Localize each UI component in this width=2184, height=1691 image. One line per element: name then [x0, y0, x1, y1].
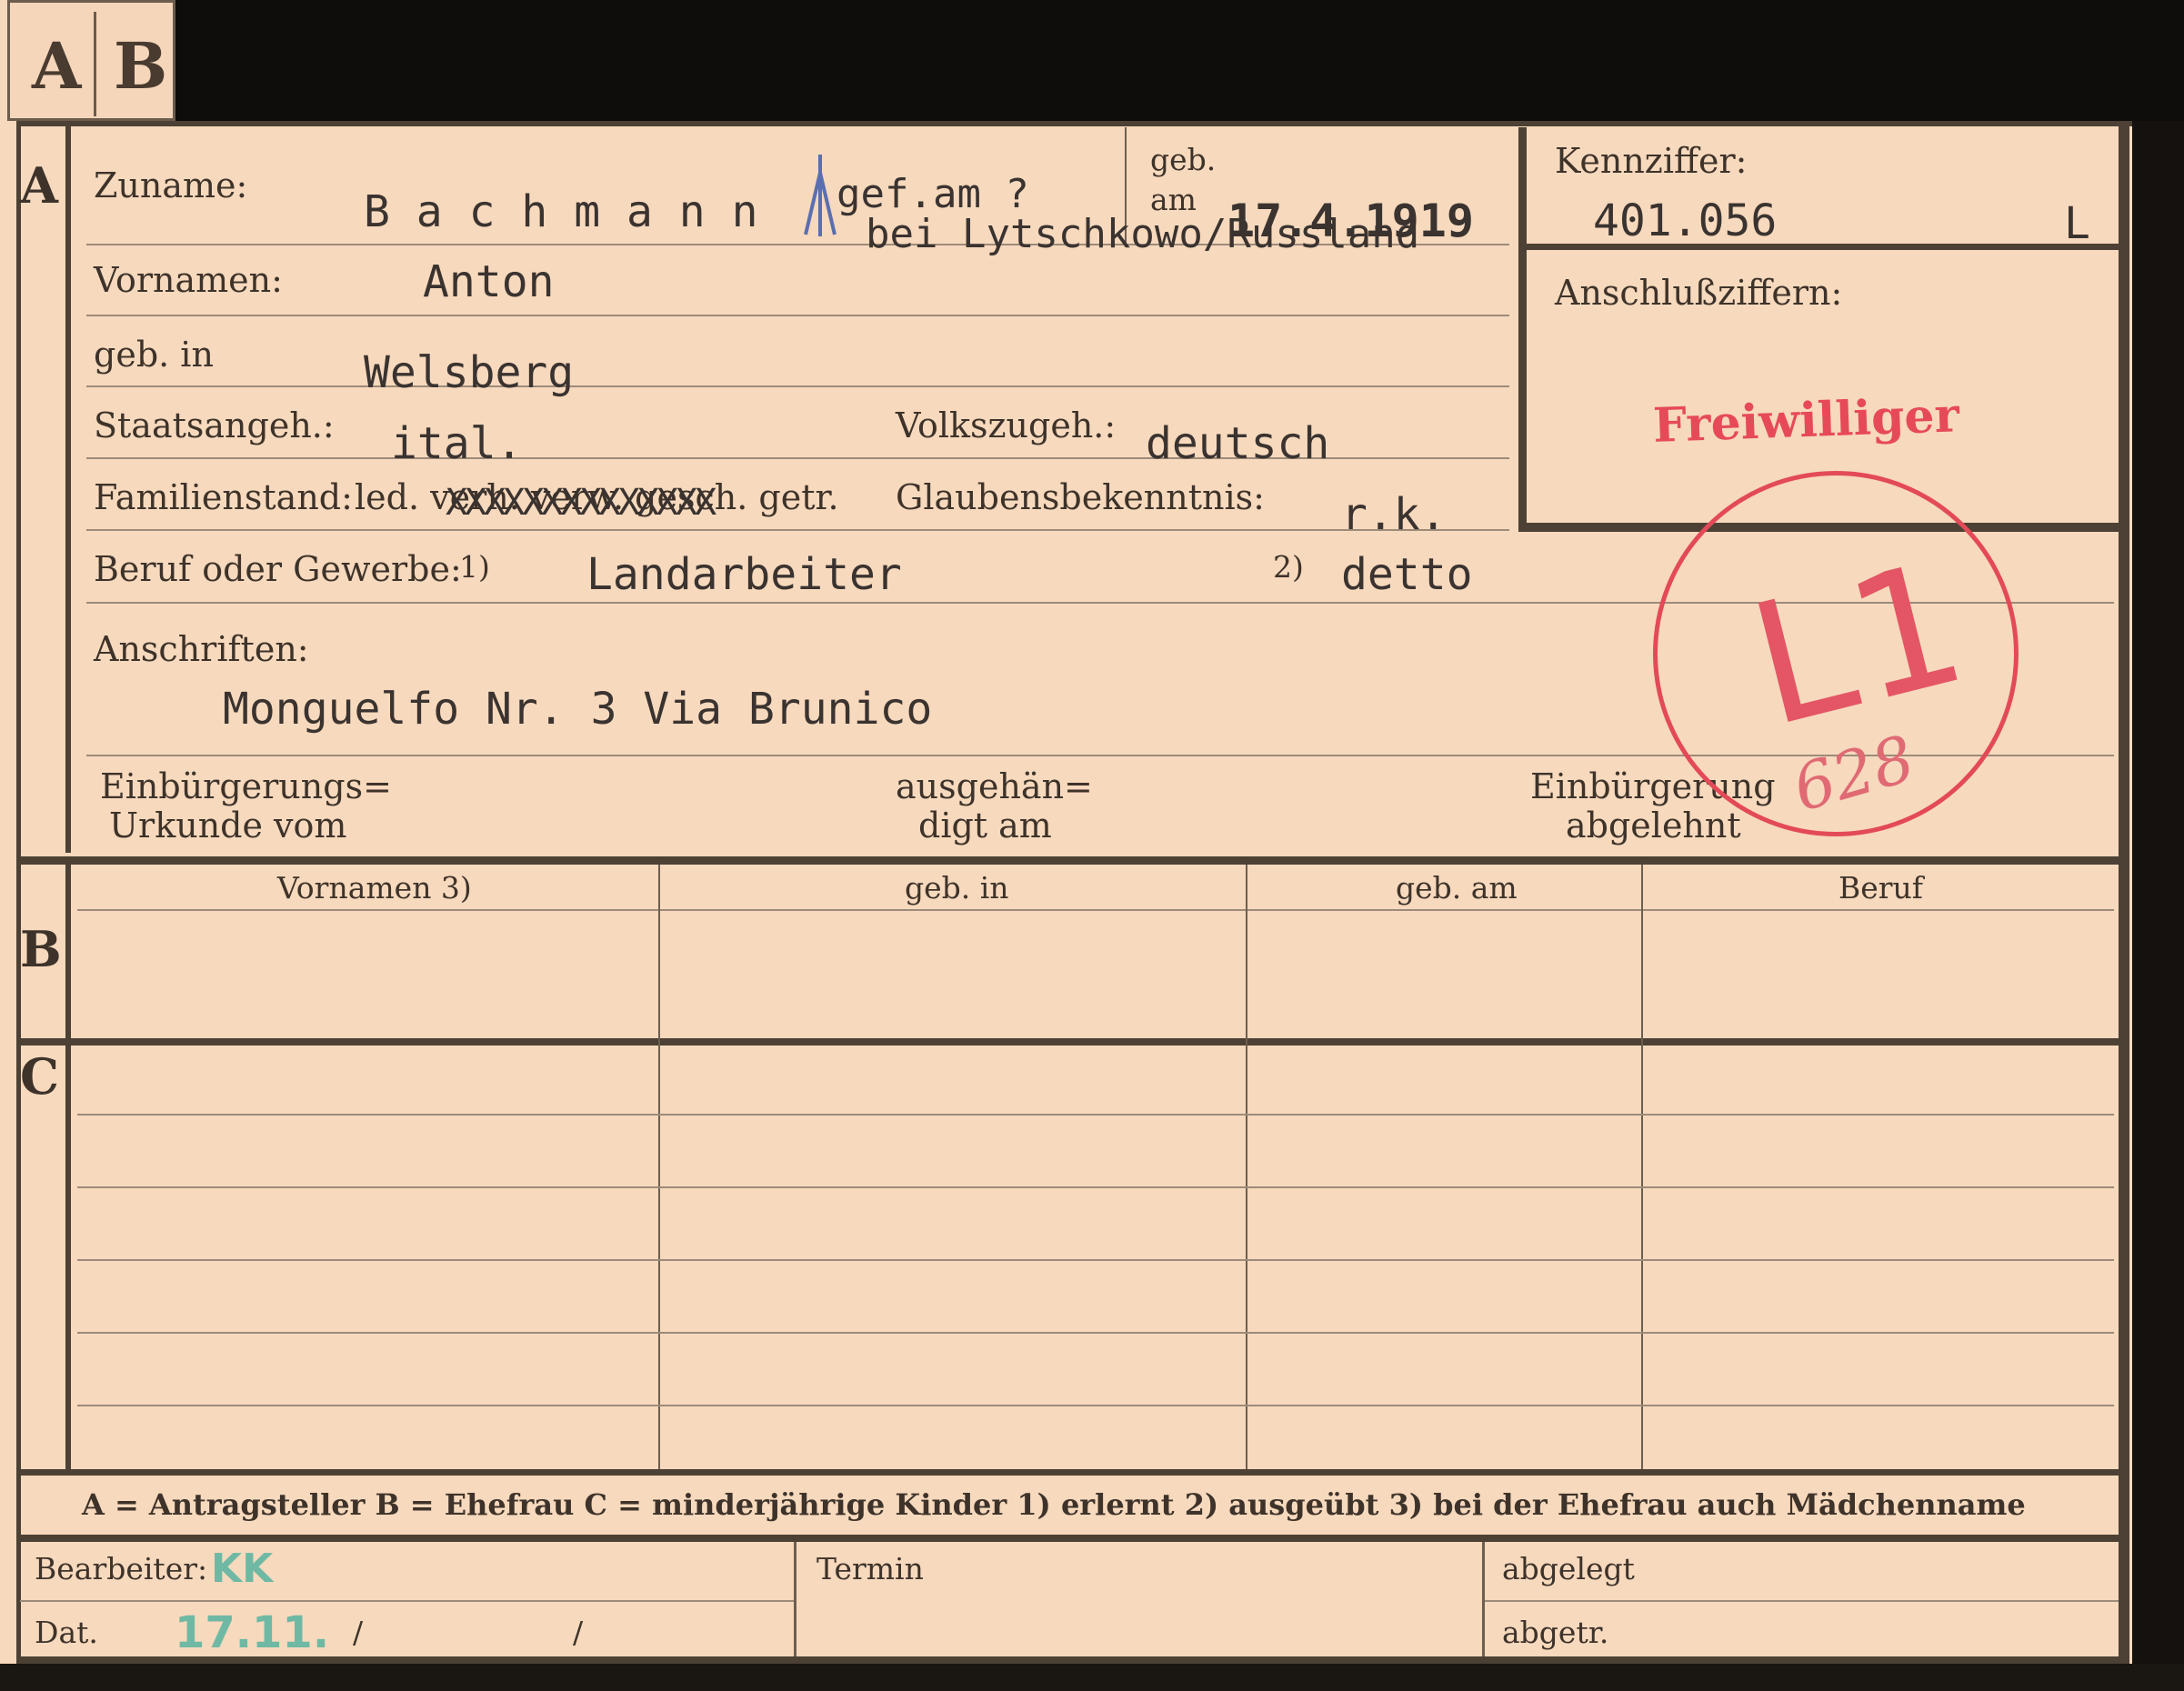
einbuergerung-label-l2: Urkunde vom	[109, 805, 347, 846]
rule-familienstand	[86, 529, 1509, 531]
frame-right	[2119, 121, 2129, 1664]
dat-label: Dat.	[35, 1615, 98, 1650]
child-row-rule	[77, 1114, 2114, 1116]
kennziffer-suffix: L	[2064, 198, 2090, 249]
section-bc-rule	[65, 865, 71, 1469]
staatsangeh-label: Staatsangeh.:	[94, 405, 335, 445]
insertion-caret-icon	[804, 155, 837, 236]
einbuergerung-label-l1: Einbürgerungs=	[100, 766, 392, 806]
footer-divider-1	[794, 1542, 796, 1664]
frame-bottom	[16, 1656, 2119, 1664]
kennziffer-value: 401.056	[1593, 195, 1778, 246]
col-header-vornamen: Vornamen 3)	[277, 870, 472, 906]
scan-background-bottom	[0, 1664, 2184, 1691]
anschrift-value: Monguelfo Nr. 3 Via Brunico	[223, 684, 933, 735]
legend-bottom-rule	[16, 1535, 2119, 1542]
anschriften-label: Anschriften:	[94, 629, 309, 669]
beruf-label: Beruf oder Gewerbe:	[94, 549, 462, 589]
familienstand-label: Familienstand:	[94, 477, 353, 517]
staatsangeh-value: ital.	[391, 418, 523, 469]
zuname-value: B a c h m a n n	[364, 186, 758, 237]
tab-divider	[94, 12, 96, 116]
vornamen-value: Anton	[423, 256, 555, 307]
volkszugeh-value: deutsch	[1146, 418, 1330, 469]
familienstand-strikeout: XXXXXXXXXXXXXX	[446, 482, 716, 524]
bearbeiter-initials: KK	[211, 1546, 274, 1592]
child-row-rule	[77, 1259, 2114, 1261]
col-divider-2	[1246, 865, 1247, 1469]
tab-letter-a: A	[32, 28, 82, 104]
footer-abgelegt-rule	[1485, 1600, 2119, 1602]
tab-letter-b: B	[114, 28, 168, 104]
beruf-footnote-1: 1)	[459, 549, 490, 585]
scan-background-right	[2132, 121, 2184, 1691]
bearbeiter-label: Bearbeiter:	[35, 1551, 208, 1586]
rule-vornamen	[86, 315, 1509, 316]
child-row-rule	[77, 1332, 2114, 1334]
col-header-beruf: Beruf	[1838, 870, 1924, 906]
frame-left	[16, 121, 21, 1664]
registration-card: A B A B C Zuname: geb. am Kennziffer: An…	[0, 0, 2184, 1691]
legend-top-rule	[16, 1469, 2119, 1476]
footer-divider-2	[1482, 1542, 1485, 1664]
col-header-geb-am: geb. am	[1396, 870, 1518, 906]
abgelehnt-label-l2: abgelehnt	[1566, 805, 1741, 846]
kennziffer-box-left	[1518, 127, 1527, 532]
section-letter-a: A	[20, 156, 58, 215]
legend-text: A = Antragsteller B = Ehefrau C = minder…	[82, 1487, 2026, 1522]
abgetr-label: abgetr.	[1502, 1615, 1609, 1650]
ausgehaendigt-label-l2: digt am	[918, 805, 1052, 846]
beruf-ausgeuebt-value: detto	[1341, 549, 1473, 600]
ausgehaendigt-label-l1: ausgehän=	[896, 766, 1093, 806]
death-note-line2: bei Lytschkowo/Russland	[866, 211, 1420, 257]
child-row-rule	[77, 1405, 2114, 1406]
geb-am-label-top: geb.	[1150, 142, 1217, 177]
geb-in-value: Welsberg	[364, 347, 575, 398]
termin-label: Termin	[816, 1551, 924, 1586]
section-letter-b: B	[20, 920, 62, 978]
col-divider-1	[658, 865, 660, 1469]
col-divider-3	[1641, 865, 1643, 1469]
table-header-rule	[77, 909, 2114, 911]
glaubensbekenntnis-value: r.k.	[1341, 489, 1447, 540]
dat-value: 17.11.	[175, 1607, 330, 1658]
beruf-footnote-2: 2)	[1273, 549, 1304, 585]
abgelegt-label: abgelegt	[1502, 1551, 1635, 1586]
anschlussziffern-label: Anschlußziffern:	[1555, 273, 1843, 313]
dat-slash-2: /	[573, 1615, 584, 1650]
freiwilliger-stamp: Freiwilliger	[1652, 387, 1960, 454]
zuname-label: Zuname:	[94, 165, 248, 205]
geb-in-label: geb. in	[94, 335, 214, 375]
beruf-erlernt-value: Landarbeiter	[586, 549, 902, 600]
child-row-rule	[77, 1186, 2114, 1188]
glaubensbekenntnis-label: Glaubensbekenntnis:	[896, 477, 1265, 517]
section-b-top-rule	[16, 856, 2119, 865]
vornamen-label: Vornamen:	[94, 260, 283, 300]
dat-slash-1: /	[353, 1615, 364, 1650]
scan-background-top	[175, 0, 2184, 121]
section-a-rule	[65, 121, 71, 853]
volkszugeh-label: Volkszugeh.:	[896, 405, 1117, 445]
frame-top	[16, 121, 2132, 126]
index-tab: A B	[7, 0, 175, 121]
section-letter-c: C	[20, 1047, 59, 1106]
kennziffer-label: Kennziffer:	[1555, 141, 1748, 181]
col-header-geb-in: geb. in	[905, 870, 1009, 906]
footer-bearbeiter-rule	[20, 1600, 794, 1602]
section-c-top-rule	[16, 1038, 2119, 1046]
rule-geb-in	[86, 385, 1509, 387]
